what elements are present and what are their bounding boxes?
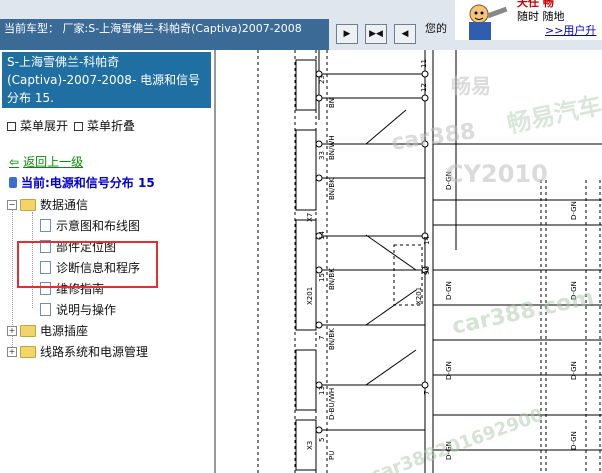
promo-banner: 天任 畅 随时 随地 >>用户升 — [455, 0, 602, 40]
document-icon — [40, 219, 51, 232]
tree-item-schematic[interactable]: 示意图和布线图 — [40, 217, 140, 234]
svg-text:7: 7 — [318, 336, 326, 340]
svg-text:D-GN: D-GN — [570, 201, 578, 220]
expand-menu-button[interactable]: 菜单展开 — [7, 117, 68, 134]
prev-page-button[interactable]: ◀ — [394, 24, 416, 44]
svg-text:BN: BN — [328, 98, 336, 108]
back-link[interactable]: ⇦ 返回上一级 — [9, 153, 83, 170]
svg-text:15: 15 — [318, 273, 326, 282]
selection-highlight — [17, 241, 158, 288]
ticker-text: 您的 — [425, 22, 447, 35]
square-icon — [7, 122, 16, 131]
svg-text:5: 5 — [318, 438, 326, 442]
document-icon — [40, 303, 51, 316]
expand-both-button[interactable]: ▶◀ — [365, 24, 387, 44]
svg-text:PU: PU — [328, 451, 336, 460]
current-location: 当前:电源和信号分布 15 — [9, 174, 155, 191]
svg-text:7: 7 — [423, 391, 431, 395]
expand-icon[interactable]: + — [7, 325, 17, 336]
svg-text:D-GN: D-GN — [445, 361, 453, 380]
svg-text:BN/BK: BN/BK — [328, 268, 336, 290]
watermark: CY2010 — [446, 160, 548, 188]
svg-text:14: 14 — [318, 231, 326, 240]
tree-item-description[interactable]: 说明与操作 — [40, 301, 116, 318]
svg-text:11: 11 — [420, 59, 428, 68]
svg-text:X201: X201 — [415, 287, 423, 305]
watermark: 畅易 — [451, 74, 491, 98]
svg-text:96: 96 — [423, 266, 431, 275]
expand-icon[interactable]: + — [7, 346, 17, 357]
left-navigation-panel: S-上海雪佛兰-科帕奇(Captiva)-2007-2008- 电源和信号分布 … — [0, 50, 214, 473]
folder-icon — [20, 198, 36, 211]
back-arrow-icon: ⇦ — [9, 154, 20, 169]
svg-text:BN/WH: BN/WH — [328, 135, 336, 160]
menu-operations: 菜单展开 菜单折叠 — [7, 117, 135, 134]
tree-item-power-outlet[interactable]: + 电源插座 — [7, 322, 88, 339]
back-label: 返回上一级 — [23, 155, 84, 169]
svg-text:D-BU/WH: D-BU/WH — [328, 388, 336, 420]
folder-icon — [20, 345, 36, 358]
folder-icon — [20, 324, 36, 337]
svg-text:D-GN: D-GN — [445, 281, 453, 300]
svg-text:X201: X201 — [306, 287, 314, 305]
svg-text:D-GN: D-GN — [570, 361, 578, 380]
current-model-bar: 当前车型： 厂家:S-上海雪佛兰-科帕奇(Captiva)2007-2008 — [0, 19, 329, 50]
user-upgrade-link[interactable]: >>用户升 — [545, 22, 596, 38]
svg-text:X7: X7 — [306, 213, 314, 222]
svg-text:BN/BK: BN/BK — [328, 178, 336, 200]
collapse-menu-button[interactable]: 菜单折叠 — [74, 117, 135, 134]
collapse-icon[interactable]: − — [7, 199, 17, 210]
next-page-button[interactable]: ▶ — [336, 24, 358, 44]
wiring-diagram: BN BN/WH BN/BK BN/BK BN/BK D-BU/WH PU D-… — [216, 50, 602, 473]
svg-text:33: 33 — [318, 151, 326, 160]
current-label: 当前:电源和信号分布 15 — [21, 176, 155, 190]
svg-text:D-GN: D-GN — [570, 431, 578, 450]
tree-item-wiring-power-mgmt[interactable]: + 线路系统和电源管理 — [7, 343, 148, 360]
page-title: S-上海雪佛兰-科帕奇(Captiva)-2007-2008- 电源和信号分布 … — [2, 52, 211, 108]
svg-text:14: 14 — [423, 236, 431, 245]
tree-item-data-communication[interactable]: − 数据通信 — [7, 196, 88, 213]
svg-text:X3: X3 — [306, 441, 314, 450]
svg-text:12: 12 — [420, 83, 428, 92]
database-icon — [9, 177, 17, 188]
model-label: 当前车型： — [4, 22, 59, 35]
top-toolbar: 当前车型： 厂家:S-上海雪佛兰-科帕奇(Captiva)2007-2008 ▶… — [0, 0, 602, 50]
svg-text:BN/BK: BN/BK — [328, 328, 336, 350]
square-icon — [74, 122, 84, 131]
model-value: 厂家:S-上海雪佛兰-科帕奇(Captiva)2007-2008 — [62, 22, 302, 35]
svg-text:23: 23 — [318, 75, 326, 84]
mechanic-mascot-icon — [469, 4, 508, 40]
svg-text:13: 13 — [318, 386, 326, 395]
